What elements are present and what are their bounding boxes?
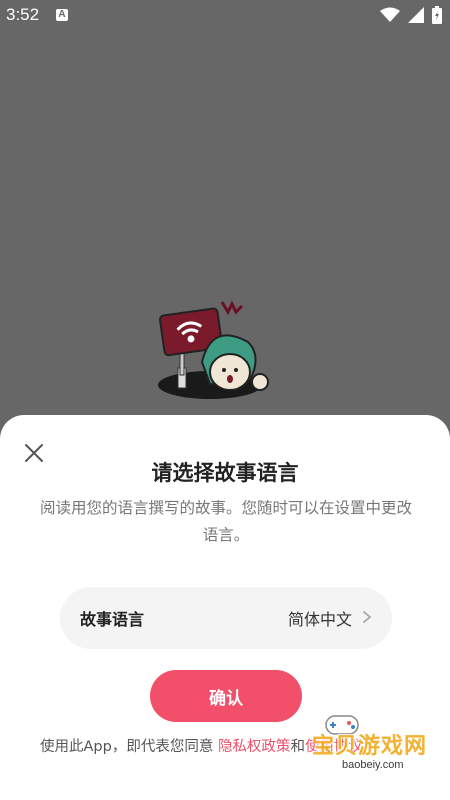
no-network-illustration [150,290,280,410]
chevron-right-icon [362,609,372,628]
agreement-text: 使用此App，即代表您同意 隐私权政策和使用协议 [40,735,420,760]
wifi-icon [380,7,400,23]
signal-icon [408,7,424,23]
language-label: 故事语言 [80,610,145,629]
agreement-and: 和 [290,739,305,755]
sheet-title: 请选择故事语言 [151,461,299,485]
a-icon: A [56,9,68,21]
sheet-description: 阅读用您的语言撰写的故事。您随时可以在设置中更改语言。 [40,499,413,544]
confirm-button[interactable]: 确认 [150,670,302,722]
language-bottom-sheet: 请选择故事语言 阅读用您的语言撰写的故事。您随时可以在设置中更改语言。 故事语言… [0,415,450,800]
language-value: 简体中文 [287,610,352,629]
terms-of-use-link[interactable]: 使用协议 [305,739,363,755]
story-language-row[interactable]: 故事语言 简体中文 [60,587,392,649]
status-time: 3:52 [6,5,40,24]
agreement-prefix: 使用此App，即代表您同意 [40,739,214,755]
battery-icon [432,6,442,24]
status-bar: 3:52 A [0,0,450,30]
privacy-policy-link[interactable]: 隐私权政策 [218,739,291,755]
status-icons [380,6,442,24]
